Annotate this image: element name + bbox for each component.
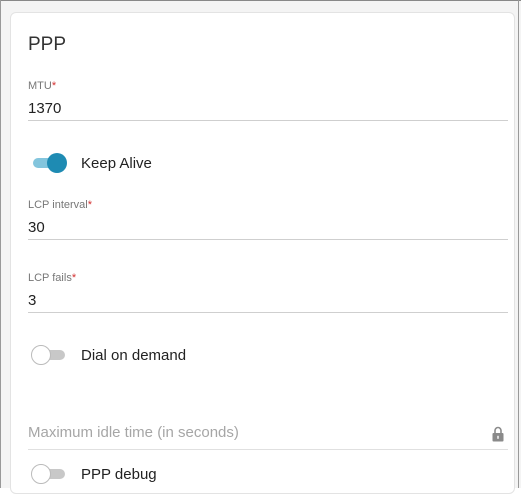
settings-panel-frame: PPP MTU* 1370 Keep Alive LCP interval* 3… [0, 0, 521, 494]
section-title: PPP [28, 34, 67, 55]
dial-on-demand-toggle[interactable] [31, 344, 67, 366]
top-border [0, 0, 521, 1]
lcp-interval-label: LCP interval* [28, 199, 508, 213]
ppp-debug-label: PPP debug [81, 465, 157, 483]
lcp-fails-field[interactable]: LCP fails* 3 [28, 272, 508, 313]
left-edge [0, 0, 1, 488]
ppp-debug-row[interactable]: PPP debug [31, 463, 157, 485]
required-mark: * [71, 272, 77, 284]
mtu-label: MTU* [28, 80, 508, 94]
keep-alive-row[interactable]: Keep Alive [31, 152, 152, 174]
mtu-label-text: MTU [28, 80, 52, 92]
dial-on-demand-label: Dial on demand [81, 346, 187, 364]
lcp-fails-label-text: LCP fails [28, 272, 72, 284]
ppp-debug-toggle[interactable] [31, 463, 67, 485]
required-mark: * [87, 199, 92, 211]
ppp-settings-card: PPP MTU* 1370 Keep Alive LCP interval* 3… [10, 12, 515, 494]
mtu-field[interactable]: MTU* 1370 [28, 80, 508, 121]
lock-icon [492, 426, 504, 442]
lcp-fails-value[interactable]: 3 [28, 292, 508, 312]
keep-alive-toggle[interactable] [31, 152, 67, 174]
mtu-value[interactable]: 1370 [28, 100, 508, 120]
lcp-interval-label-text: LCP interval [28, 199, 88, 211]
lcp-fails-label: LCP fails* [28, 272, 508, 286]
required-mark: * [51, 80, 57, 92]
lcp-interval-field[interactable]: LCP interval* 30 [28, 199, 508, 240]
dial-on-demand-row[interactable]: Dial on demand [31, 344, 186, 366]
max-idle-time-placeholder: Maximum idle time (in seconds) [28, 424, 239, 441]
toggle-thumb [31, 345, 51, 365]
lcp-interval-value[interactable]: 30 [28, 219, 508, 239]
toggle-thumb [31, 464, 51, 484]
keep-alive-label: Keep Alive [81, 154, 152, 172]
right-edge [518, 0, 519, 488]
toggle-thumb [47, 153, 67, 173]
max-idle-time-field: Maximum idle time (in seconds) [28, 409, 508, 450]
